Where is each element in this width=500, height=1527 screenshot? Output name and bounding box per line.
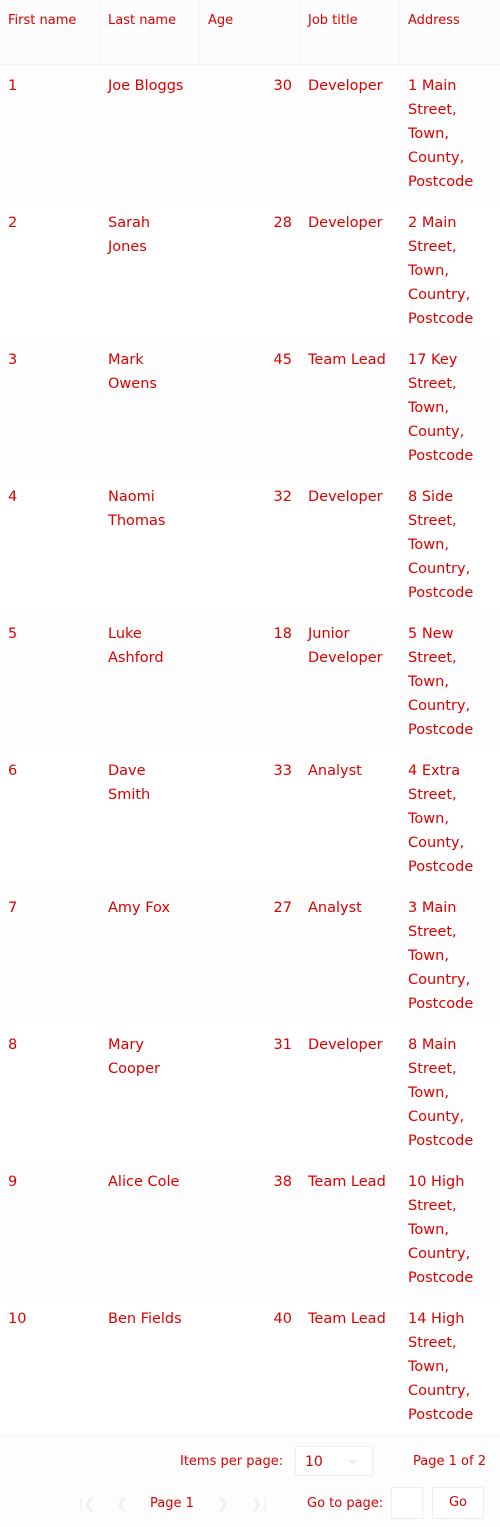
next-page-icon[interactable]: ❯ — [213, 1494, 233, 1514]
items-per-page-label: Items per page: — [180, 1454, 284, 1469]
cell-age: 32 — [273, 489, 292, 505]
cell-age: 40 — [273, 1311, 292, 1327]
cell-last-name: Luke Ashford — [108, 626, 164, 666]
header-job-title[interactable]: Job title — [300, 0, 400, 64]
cell-first-name: 2 — [8, 215, 18, 231]
page-of-label: Page 1 of 2 — [413, 1454, 486, 1469]
table-row[interactable]: 6 Dave Smith 33 Analyst 4 Extra Street, … — [0, 750, 500, 887]
cell-first-name: 5 — [8, 626, 18, 642]
cell-address: 4 Extra Street, Town, County, Postcode — [408, 763, 474, 875]
cell-address: 10 High Street, Town, Country, Postcode — [408, 1174, 474, 1286]
cell-last-name: Mark Owens — [108, 352, 157, 392]
cell-first-name: 10 — [8, 1311, 27, 1327]
cell-job-title: Developer — [308, 78, 383, 94]
cell-job-title: Developer — [308, 1037, 383, 1053]
cell-first-name: 8 — [8, 1037, 18, 1053]
cell-job-title: Team Lead — [308, 1174, 386, 1190]
cell-age: 45 — [273, 352, 292, 368]
cell-address: 5 New Street, Town, Country, Postcode — [408, 626, 474, 738]
cell-age: 33 — [273, 763, 292, 779]
header-first-name[interactable]: First name — [0, 0, 100, 64]
cell-address: 14 High Street, Town, Country, Postcode — [408, 1311, 474, 1423]
cell-last-name: Alice Cole — [108, 1174, 180, 1190]
last-page-icon[interactable]: ❯| — [249, 1494, 269, 1514]
cell-job-title: Developer — [308, 215, 383, 231]
table-row[interactable]: 5 Luke Ashford 18 Junior Developer 5 New… — [0, 613, 500, 750]
go-to-page-input[interactable] — [391, 1487, 423, 1519]
cell-job-title: Developer — [308, 489, 383, 505]
cell-first-name: 7 — [8, 900, 18, 916]
cell-last-name: Amy Fox — [108, 900, 171, 916]
chevron-down-icon — [348, 1460, 358, 1465]
table-row[interactable]: 10 Ben Fields 40 Team Lead 14 High Stree… — [0, 1298, 500, 1435]
go-to-page-label: Go to page: — [307, 1496, 384, 1511]
cell-first-name: 3 — [8, 352, 18, 368]
table-row[interactable]: 1 Joe Bloggs 30 Developer 1 Main Street,… — [0, 65, 500, 202]
current-page-label: Page 1 — [150, 1496, 194, 1511]
cell-last-name: Sarah Jones — [108, 215, 151, 255]
cell-age: 28 — [273, 215, 292, 231]
items-per-page-value: 10 — [305, 1454, 323, 1470]
header-address[interactable]: Address — [400, 0, 500, 64]
cell-first-name: 1 — [8, 78, 18, 94]
header-last-name[interactable]: Last name — [100, 0, 200, 64]
table-body: 1 Joe Bloggs 30 Developer 1 Main Street,… — [0, 65, 500, 1435]
cell-address: 2 Main Street, Town, Country, Postcode — [408, 215, 474, 327]
table-header-row: First name Last name Age Job title Addre… — [0, 0, 500, 65]
cell-age: 38 — [273, 1174, 292, 1190]
cell-job-title: Analyst — [308, 763, 362, 779]
cell-job-title: Team Lead — [308, 1311, 386, 1327]
cell-job-title: Team Lead — [308, 352, 386, 368]
cell-last-name: Naomi Thomas — [108, 489, 166, 529]
data-table: First name Last name Age Job title Addre… — [0, 0, 500, 1435]
first-page-icon[interactable]: |❮ — [77, 1494, 97, 1514]
table-row[interactable]: 9 Alice Cole 38 Team Lead 10 High Street… — [0, 1161, 500, 1298]
table-row[interactable]: 8 Mary Cooper 31 Developer 8 Main Street… — [0, 1024, 500, 1161]
cell-last-name: Ben Fields — [108, 1311, 182, 1327]
cell-address: 17 Key Street, Town, County, Postcode — [408, 352, 474, 464]
cell-last-name: Dave Smith — [108, 763, 151, 803]
cell-address: 1 Main Street, Town, County, Postcode — [408, 78, 474, 190]
cell-address: 8 Main Street, Town, County, Postcode — [408, 1037, 474, 1149]
header-age[interactable]: Age — [200, 0, 300, 64]
cell-first-name: 9 — [8, 1174, 18, 1190]
cell-age: 27 — [273, 900, 292, 916]
cell-job-title: Junior Developer — [308, 626, 383, 666]
table-row[interactable]: 3 Mark Owens 45 Team Lead 17 Key Street,… — [0, 339, 500, 476]
pagination-bar: Items per page: 10 Page 1 of 2 |❮ ❮ Page… — [0, 1436, 500, 1527]
cell-last-name: Mary Cooper — [108, 1037, 160, 1077]
cell-last-name: Joe Bloggs — [108, 78, 184, 94]
cell-first-name: 6 — [8, 763, 18, 779]
go-button[interactable]: Go — [432, 1487, 484, 1519]
cell-job-title: Analyst — [308, 900, 362, 916]
cell-age: 18 — [273, 626, 292, 642]
cell-address: 3 Main Street, Town, Country, Postcode — [408, 900, 474, 1012]
cell-address: 8 Side Street, Town, Country, Postcode — [408, 489, 474, 601]
cell-first-name: 4 — [8, 489, 18, 505]
previous-page-icon[interactable]: ❮ — [112, 1494, 132, 1514]
table-row[interactable]: 2 Sarah Jones 28 Developer 2 Main Street… — [0, 202, 500, 339]
cell-age: 31 — [273, 1037, 292, 1053]
table-row[interactable]: 4 Naomi Thomas 32 Developer 8 Side Stree… — [0, 476, 500, 613]
table-row[interactable]: 7 Amy Fox 27 Analyst 3 Main Street, Town… — [0, 887, 500, 1024]
cell-age: 30 — [273, 78, 292, 94]
items-per-page-select[interactable]: 10 — [295, 1446, 373, 1476]
